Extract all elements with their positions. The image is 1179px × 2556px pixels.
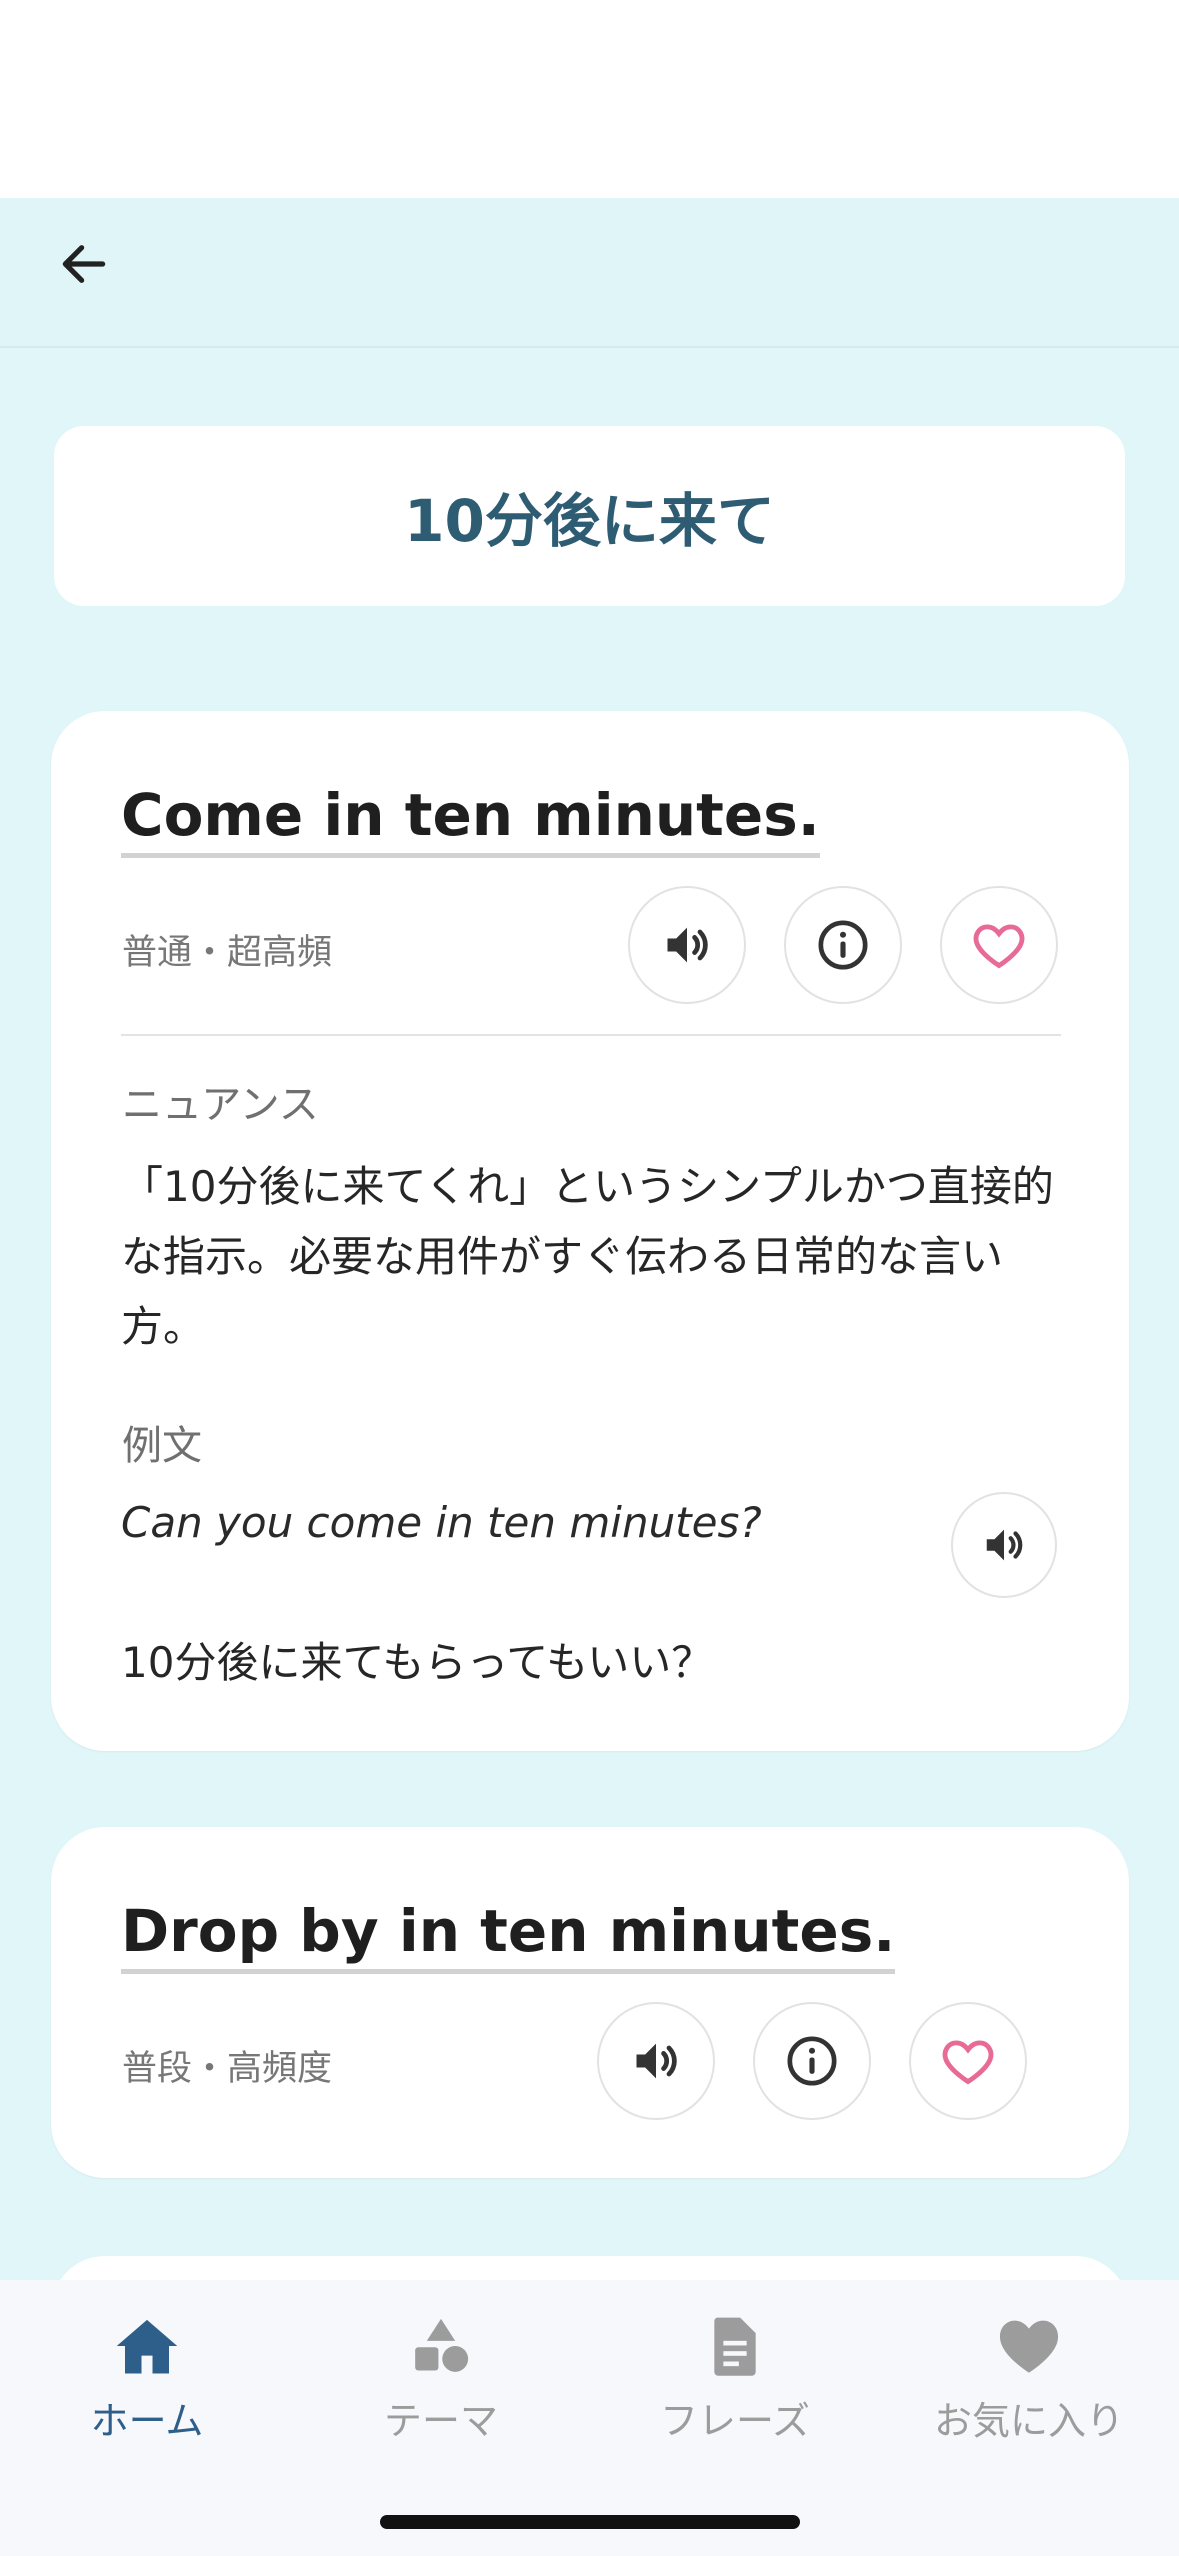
document-icon — [714, 2317, 756, 2376]
nuance-label: ニュアンス — [122, 1082, 319, 1128]
tab-favorites[interactable]: お気に入り — [882, 2280, 1176, 2480]
info-icon — [787, 2036, 837, 2086]
play-audio-button[interactable] — [628, 886, 746, 1004]
play-audio-button[interactable] — [597, 2002, 715, 2120]
home-indicator — [380, 2515, 800, 2529]
tab-phrases[interactable]: フレーズ — [588, 2280, 882, 2480]
header — [0, 198, 1179, 348]
back-button[interactable] — [44, 224, 124, 304]
home-icon — [116, 2319, 178, 2374]
tab-home[interactable]: ホーム — [0, 2280, 294, 2480]
speaker-icon — [636, 2043, 677, 2079]
favorite-button[interactable] — [940, 886, 1058, 1004]
nuance-text: 「10分後に来てくれ」というシンプルかつ直接的な指示。必要な用件がすぐ伝わる日常… — [121, 1162, 1054, 1351]
speaker-icon — [667, 927, 708, 963]
example-label: 例文 — [122, 1423, 202, 1469]
example-english: Can you come in ten minutes? — [121, 1498, 762, 1547]
page-title: 10分後に来て — [404, 487, 775, 555]
info-button[interactable] — [753, 2002, 871, 2120]
example-japanese: 10分後に来てもらってもいい？ — [121, 1638, 714, 1687]
arrow-left-icon — [62, 245, 106, 283]
title-card: 10分後に来て — [54, 426, 1125, 606]
tab-favorites-label: お気に入り — [933, 2399, 1124, 2443]
phrase-meta: 普通・超高頻 — [122, 933, 333, 973]
tab-theme-label: テーマ — [383, 2399, 498, 2443]
tab-theme[interactable]: テーマ — [294, 2280, 588, 2480]
phrase-meta: 普段・高頻度 — [122, 2049, 333, 2089]
phrase-text[interactable]: Drop by in ten minutes. — [121, 1897, 896, 1974]
play-example-audio-button[interactable] — [951, 1492, 1057, 1598]
info-button[interactable] — [784, 886, 902, 1004]
heart-outline-icon — [942, 2040, 994, 2085]
shapes-icon — [415, 2318, 469, 2372]
info-icon — [818, 920, 868, 970]
status-bar — [0, 0, 1179, 198]
heart-icon — [999, 2320, 1059, 2373]
tab-phrases-label: フレーズ — [659, 2399, 811, 2443]
heart-outline-icon — [973, 924, 1025, 969]
favorite-button[interactable] — [909, 2002, 1027, 2120]
speaker-icon — [986, 1529, 1023, 1561]
phrase-card: Drop by in ten minutes. 普段・高頻度 — [51, 1827, 1129, 2178]
phrase-card: Come in ten minutes. 普通・超高頻 ニュアンス 「10分後に… — [51, 711, 1129, 1751]
tab-home-label: ホーム — [90, 2399, 204, 2443]
phrase-text[interactable]: Come in ten minutes. — [121, 781, 820, 858]
divider — [121, 1034, 1061, 1036]
